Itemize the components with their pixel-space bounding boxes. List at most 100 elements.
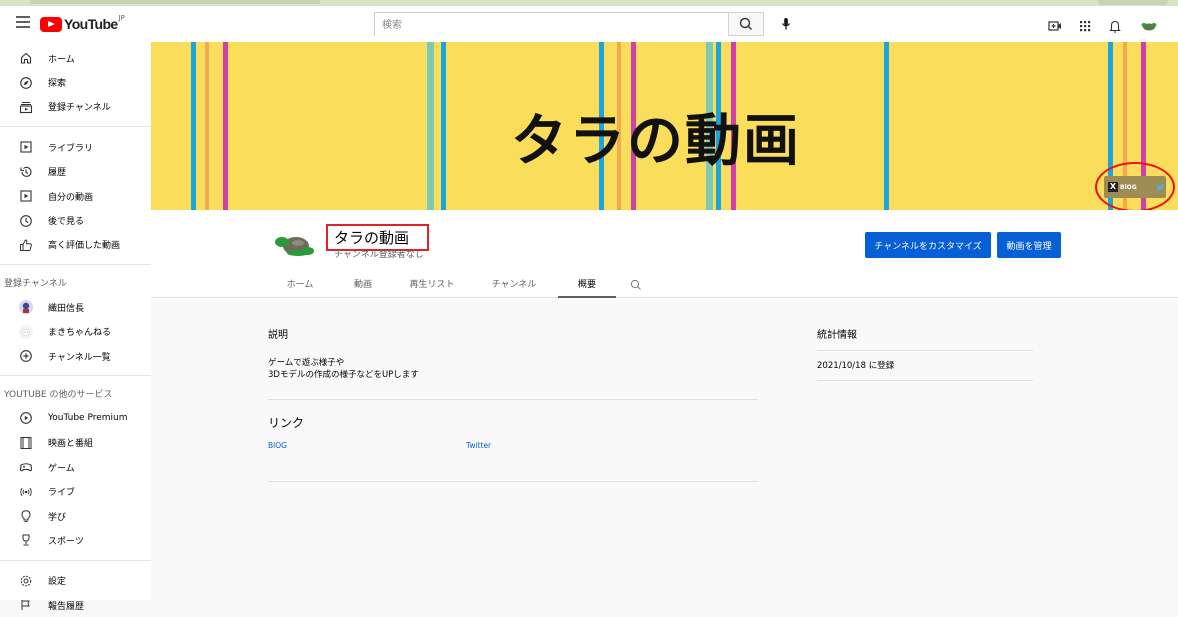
sidebar-item-label: 後で見る bbox=[48, 217, 85, 228]
section-divider bbox=[817, 350, 1033, 351]
sidebar-item-browse-channels[interactable]: チャンネル一覧 bbox=[0, 344, 151, 368]
history-icon bbox=[19, 165, 33, 179]
sidebar-item-liked-videos[interactable]: 高く評価した動画 bbox=[0, 233, 151, 257]
browse-channels-icon bbox=[19, 349, 33, 363]
learning-icon bbox=[19, 509, 33, 523]
search-icon bbox=[630, 279, 641, 290]
sidebar-item-label: 探索 bbox=[48, 79, 67, 90]
channel-name: タラの動画 bbox=[334, 229, 410, 247]
sidebar-item-gaming[interactable]: ゲーム bbox=[0, 455, 151, 479]
sidebar-item-label: 高く評価した動画 bbox=[48, 241, 121, 252]
your-videos-icon bbox=[19, 189, 33, 203]
channel-avatar[interactable] bbox=[268, 218, 318, 268]
sidebar-divider bbox=[0, 126, 151, 128]
microphone-icon bbox=[782, 18, 790, 30]
masthead: YouTube JP bbox=[0, 6, 1178, 42]
sidebar-item-label: ライブ bbox=[48, 488, 76, 499]
sidebar-divider bbox=[0, 264, 151, 266]
banner-stripe bbox=[427, 42, 434, 210]
browser-address-bar[interactable] bbox=[30, 0, 320, 4]
links-row: BlOG Twitter bbox=[268, 441, 758, 461]
section-divider bbox=[268, 481, 758, 482]
watch-later-icon bbox=[19, 214, 33, 228]
sidebar-section-title: YOUTUBE の他のサービス bbox=[4, 390, 113, 401]
sidebar-item-settings[interactable]: 設定 bbox=[0, 569, 151, 593]
sidebar-item-label: 報告履歴 bbox=[48, 601, 85, 612]
sidebar-item-learning[interactable]: 学び bbox=[0, 504, 151, 528]
section-divider bbox=[817, 380, 1033, 381]
voice-search-button[interactable] bbox=[776, 14, 796, 34]
banner-stripe bbox=[223, 42, 228, 210]
sidebar-item-label: 登録チャンネル bbox=[48, 103, 111, 114]
sidebar-item-explore[interactable]: 探索 bbox=[0, 70, 151, 94]
description-title: 説明 bbox=[268, 330, 288, 341]
sidebar-item-label: チャンネル一覧 bbox=[48, 352, 111, 363]
sidebar-item-history[interactable]: 履歴 bbox=[0, 160, 151, 184]
notifications-bell-icon[interactable] bbox=[1108, 18, 1122, 33]
sidebar-divider bbox=[0, 559, 151, 561]
youtube-logo[interactable]: YouTube JP bbox=[40, 14, 125, 34]
links-title: リンク bbox=[268, 416, 305, 430]
subscriber-count: チャンネル登録者なし bbox=[334, 250, 424, 260]
tab-about[interactable]: 概要 bbox=[558, 272, 616, 298]
stats-title: 統計情報 bbox=[817, 330, 857, 341]
browser-profile-button[interactable] bbox=[1098, 0, 1168, 5]
search-icon bbox=[739, 17, 752, 30]
liked-videos-icon bbox=[19, 238, 33, 252]
sidebar-item-label: まきちゃんねる bbox=[48, 328, 112, 339]
tab-channels[interactable]: チャンネル bbox=[470, 272, 558, 298]
banner-stripe bbox=[884, 42, 889, 210]
sidebar-item-label: YouTube Premium bbox=[48, 413, 128, 424]
tab-home[interactable]: ホーム bbox=[268, 272, 332, 298]
about-stats-section: 統計情報 2021/10/18 に登録 bbox=[817, 320, 1033, 381]
sidebar-item-report-history[interactable]: 報告履歴 bbox=[0, 593, 151, 617]
create-video-icon[interactable] bbox=[1048, 18, 1062, 32]
sidebar-section-title: 登録チャンネル bbox=[4, 279, 67, 290]
manage-videos-button[interactable]: 動画を管理 bbox=[997, 232, 1061, 258]
search-box bbox=[374, 12, 728, 37]
banner-title: タラの動画 bbox=[511, 109, 801, 174]
section-divider bbox=[268, 399, 758, 400]
account-avatar-icon[interactable] bbox=[1140, 18, 1158, 32]
sports-icon bbox=[19, 533, 33, 547]
sidebar-item-movies[interactable]: 映画と番組 bbox=[0, 431, 151, 455]
region-code: JP bbox=[118, 14, 125, 22]
sidebar-item-label: 自分の動画 bbox=[48, 192, 94, 203]
sidebar-item-home[interactable]: ホーム bbox=[0, 46, 151, 70]
channel-avatar-icon bbox=[19, 300, 33, 315]
twitter-link[interactable]: Twitter bbox=[466, 441, 491, 450]
youtube-play-icon bbox=[40, 16, 62, 32]
tab-playlists[interactable]: 再生リスト bbox=[394, 272, 470, 298]
sidebar-item-channel-maki[interactable]: まきちゃんねる bbox=[0, 320, 151, 344]
explore-icon bbox=[19, 76, 33, 90]
report-history-icon bbox=[19, 598, 33, 612]
sidebar-item-library[interactable]: ライブラリ bbox=[0, 135, 151, 159]
sidebar-item-channel-oda[interactable]: 織田信長 bbox=[0, 295, 151, 319]
about-description-section: 説明 ゲームで遊ぶ様子や 3Dモデルの作成の様子などをUPします リンク BlO… bbox=[268, 320, 758, 482]
youtube-wordmark: YouTube bbox=[64, 16, 118, 32]
sidebar-item-live[interactable]: ライブ bbox=[0, 479, 151, 503]
sidebar-item-label: 織田信長 bbox=[48, 303, 85, 314]
joined-date: 2021/10/18 に登録 bbox=[817, 361, 895, 371]
sidebar-item-watch-later[interactable]: 後で見る bbox=[0, 208, 151, 232]
search-button[interactable] bbox=[728, 12, 764, 36]
customize-channel-button[interactable]: チャンネルをカスタマイズ bbox=[865, 232, 991, 258]
sidebar-item-sports[interactable]: スポーツ bbox=[0, 528, 151, 552]
channel-search-button[interactable] bbox=[616, 272, 656, 298]
youtube-premium-icon bbox=[19, 411, 33, 425]
tab-videos[interactable]: 動画 bbox=[332, 272, 394, 298]
sidebar-item-label: スポーツ bbox=[48, 536, 84, 547]
apps-grid-icon[interactable] bbox=[1078, 18, 1092, 32]
description-line: ゲームで遊ぶ様子や bbox=[268, 358, 345, 368]
menu-icon[interactable] bbox=[16, 16, 30, 30]
blog-link[interactable]: BlOG bbox=[268, 441, 287, 450]
banner-stripe bbox=[191, 42, 196, 210]
sidebar-item-label: ホーム bbox=[48, 54, 75, 65]
sidebar-item-subscriptions[interactable]: 登録チャンネル bbox=[0, 95, 151, 119]
sidebar-item-label: 履歴 bbox=[48, 168, 67, 179]
sidebar-item-youtube-premium[interactable]: YouTube Premium bbox=[0, 406, 151, 430]
search-input[interactable] bbox=[375, 14, 728, 37]
sidebar-item-your-videos[interactable]: 自分の動画 bbox=[0, 184, 151, 208]
description-line: 3Dモデルの作成の様子などをUPします bbox=[268, 370, 419, 380]
settings-icon bbox=[19, 574, 33, 588]
